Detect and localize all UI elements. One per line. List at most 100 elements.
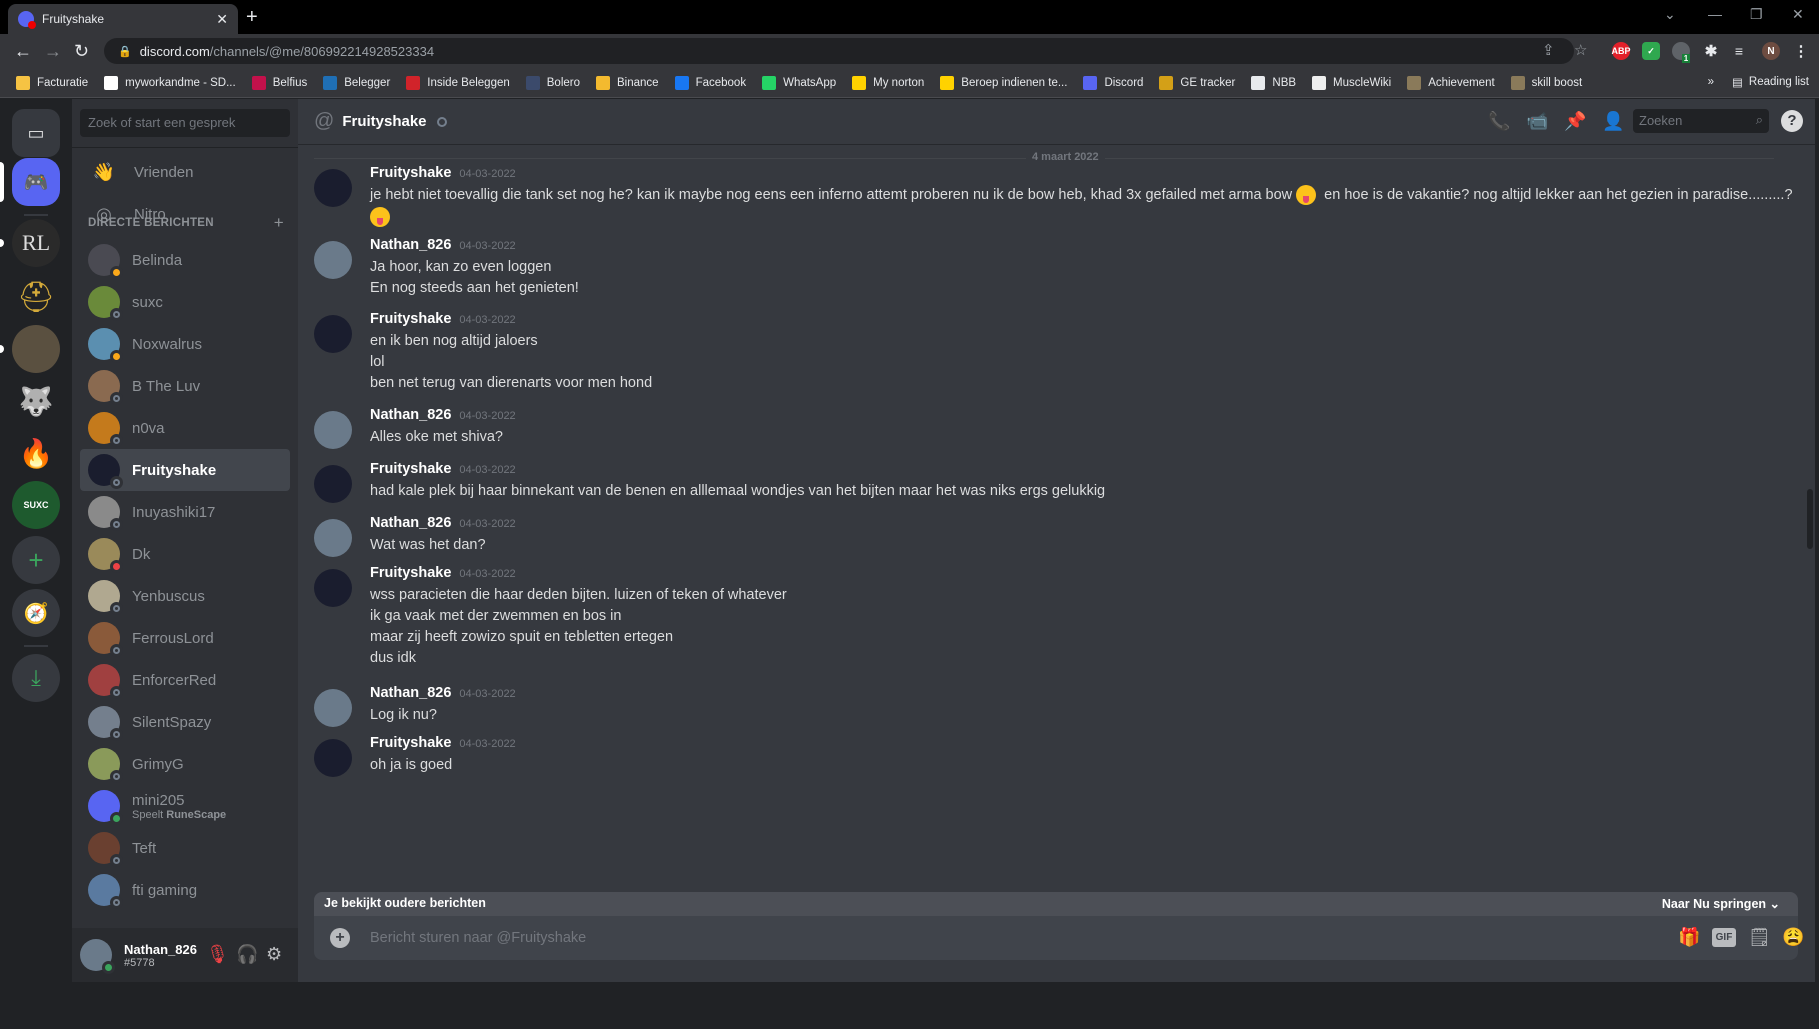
- create-dm-button[interactable]: +: [274, 213, 284, 233]
- message-author[interactable]: Nathan_826: [370, 237, 451, 253]
- dm-item[interactable]: n0va: [80, 407, 290, 449]
- message-author[interactable]: Nathan_826: [370, 685, 451, 701]
- dm-item[interactable]: EnforcerRed: [80, 659, 290, 701]
- gift-icon[interactable]: 🎁: [1678, 927, 1700, 948]
- server-suxc[interactable]: SUXC: [12, 481, 60, 529]
- browser-menu-icon[interactable]: ⋮: [1792, 42, 1810, 60]
- adblock-extension-icon[interactable]: ABP: [1612, 42, 1631, 60]
- message-avatar[interactable]: [314, 169, 352, 207]
- message-avatar[interactable]: [314, 569, 352, 607]
- dm-item[interactable]: Noxwalrus: [80, 323, 290, 365]
- bookmark-item[interactable]: Facebook: [674, 75, 746, 90]
- add-friend-to-dm-icon[interactable]: 👤: [1602, 111, 1624, 132]
- reload-button[interactable]: ↻: [74, 41, 89, 62]
- message-author[interactable]: Nathan_826: [370, 515, 451, 531]
- bookmark-item[interactable]: myworkandme - SD...: [104, 75, 236, 90]
- message-input[interactable]: + Bericht sturen naar @Fruityshake 🎁 GIF…: [314, 916, 1804, 960]
- dm-item[interactable]: SilentSpazy: [80, 701, 290, 743]
- extensions-puzzle-icon[interactable]: ✱: [1702, 42, 1720, 60]
- upload-plus-icon[interactable]: +: [330, 928, 350, 948]
- message-avatar[interactable]: [314, 411, 352, 449]
- inbox-button[interactable]: ▭: [12, 109, 60, 157]
- share-icon[interactable]: ⇪: [1542, 38, 1555, 64]
- bookmark-item[interactable]: NBB: [1251, 75, 1296, 90]
- dm-item[interactable]: Teft: [80, 827, 290, 869]
- jump-to-present-button[interactable]: Naar Nu springen ⌄: [1662, 896, 1780, 911]
- extension-badge-icon[interactable]: 1: [1672, 42, 1691, 63]
- emoji-picker-icon[interactable]: 😩: [1782, 927, 1804, 948]
- headphones-icon[interactable]: 🎧: [236, 944, 258, 965]
- new-tab-button[interactable]: +: [246, 6, 258, 29]
- message-author[interactable]: Fruityshake: [370, 165, 451, 181]
- profile-avatar[interactable]: N: [1762, 42, 1780, 60]
- server-flame[interactable]: 🔥: [12, 429, 60, 477]
- reading-list-button[interactable]: » ▤ Reading list: [1708, 75, 1809, 89]
- mute-microphone-icon[interactable]: 🎙: [206, 944, 229, 965]
- add-server-button[interactable]: +: [12, 536, 60, 584]
- message-author[interactable]: Fruityshake: [370, 311, 451, 327]
- dm-item[interactable]: FerrousLord: [80, 617, 290, 659]
- close-window-button[interactable]: ✕: [1792, 6, 1804, 23]
- server-armor[interactable]: [12, 325, 60, 373]
- message-avatar[interactable]: [314, 315, 352, 353]
- chat-search-input[interactable]: Zoeken ⌕: [1633, 109, 1769, 133]
- bookmark-item[interactable]: Binance: [596, 75, 659, 90]
- checkmark-extension-icon[interactable]: ✓: [1642, 42, 1660, 60]
- dm-item[interactable]: Belinda: [80, 239, 290, 281]
- message-avatar[interactable]: [314, 241, 352, 279]
- dm-item[interactable]: Dk: [80, 533, 290, 575]
- tab-search-icon[interactable]: ⌄: [1664, 6, 1676, 23]
- bookmark-item[interactable]: Belegger: [323, 75, 390, 90]
- dm-item[interactable]: Fruityshake: [80, 449, 290, 491]
- message-author[interactable]: Fruityshake: [370, 461, 451, 477]
- bookmark-item[interactable]: MuscleWiki: [1312, 75, 1391, 90]
- bookmark-item[interactable]: Facturatie: [16, 75, 88, 90]
- more-bookmarks-button[interactable]: »: [1708, 76, 1714, 88]
- url-bar[interactable]: 🔒 discord.com /channels/@me/806992214928…: [104, 38, 1587, 64]
- gif-button[interactable]: GIF: [1712, 928, 1736, 947]
- bookmark-item[interactable]: My norton: [852, 75, 924, 90]
- bookmark-item[interactable]: Bolero: [525, 75, 580, 90]
- bookmark-item[interactable]: Achievement: [1407, 75, 1495, 90]
- bookmark-item[interactable]: Belfius: [251, 75, 307, 90]
- dm-search-input[interactable]: Zoek of start een gesprek: [80, 109, 290, 137]
- minimize-button[interactable]: —: [1708, 6, 1722, 22]
- dm-item[interactable]: GrimyG: [80, 743, 290, 785]
- forward-button[interactable]: →: [44, 41, 62, 62]
- home-button[interactable]: 🎮: [12, 158, 60, 206]
- dm-item[interactable]: fti gaming: [80, 869, 290, 911]
- message-avatar[interactable]: [314, 739, 352, 777]
- server-wolf[interactable]: 🐺: [12, 377, 60, 425]
- download-apps-button[interactable]: ⤓: [12, 654, 60, 702]
- message-author[interactable]: Nathan_826: [370, 407, 451, 423]
- server-helmet[interactable]: ⛑: [12, 273, 60, 321]
- restore-button[interactable]: ❐: [1750, 6, 1763, 23]
- bookmark-item[interactable]: WhatsApp: [762, 75, 836, 90]
- bookmark-item[interactable]: Discord: [1083, 75, 1143, 90]
- dm-item[interactable]: Yenbuscus: [80, 575, 290, 617]
- nav-friends[interactable]: 👋 Vrienden: [80, 151, 290, 193]
- bookmark-item[interactable]: Inside Beleggen: [406, 75, 510, 90]
- settings-gear-icon[interactable]: ⚙: [266, 944, 282, 965]
- pinned-messages-icon[interactable]: 📌: [1564, 111, 1586, 132]
- message-author[interactable]: Fruityshake: [370, 735, 451, 751]
- dm-item[interactable]: Inuyashiki17: [80, 491, 290, 533]
- message-author[interactable]: Fruityshake: [370, 565, 451, 581]
- dm-item[interactable]: suxc: [80, 281, 290, 323]
- bookmark-item[interactable]: GE tracker: [1159, 75, 1235, 90]
- browser-tab[interactable]: Fruityshake ✕: [8, 4, 238, 34]
- video-call-icon[interactable]: 📹: [1526, 111, 1548, 132]
- explore-servers-button[interactable]: 🧭: [12, 589, 60, 637]
- sticker-icon[interactable]: 🗒: [1748, 927, 1771, 948]
- user-avatar[interactable]: [80, 939, 115, 974]
- bookmark-star-icon[interactable]: ☆: [1574, 38, 1587, 64]
- back-button[interactable]: ←: [14, 41, 32, 62]
- message-avatar[interactable]: [314, 689, 352, 727]
- chat-scrollbar[interactable]: [1807, 489, 1813, 549]
- dm-item[interactable]: mini205 Speelt RuneScape: [80, 785, 290, 827]
- bookmark-item[interactable]: Beroep indienen te...: [940, 75, 1067, 90]
- message-avatar[interactable]: [314, 465, 352, 503]
- voice-call-icon[interactable]: 📞: [1488, 111, 1510, 132]
- dm-item[interactable]: B The Luv: [80, 365, 290, 407]
- help-icon[interactable]: ?: [1781, 110, 1803, 132]
